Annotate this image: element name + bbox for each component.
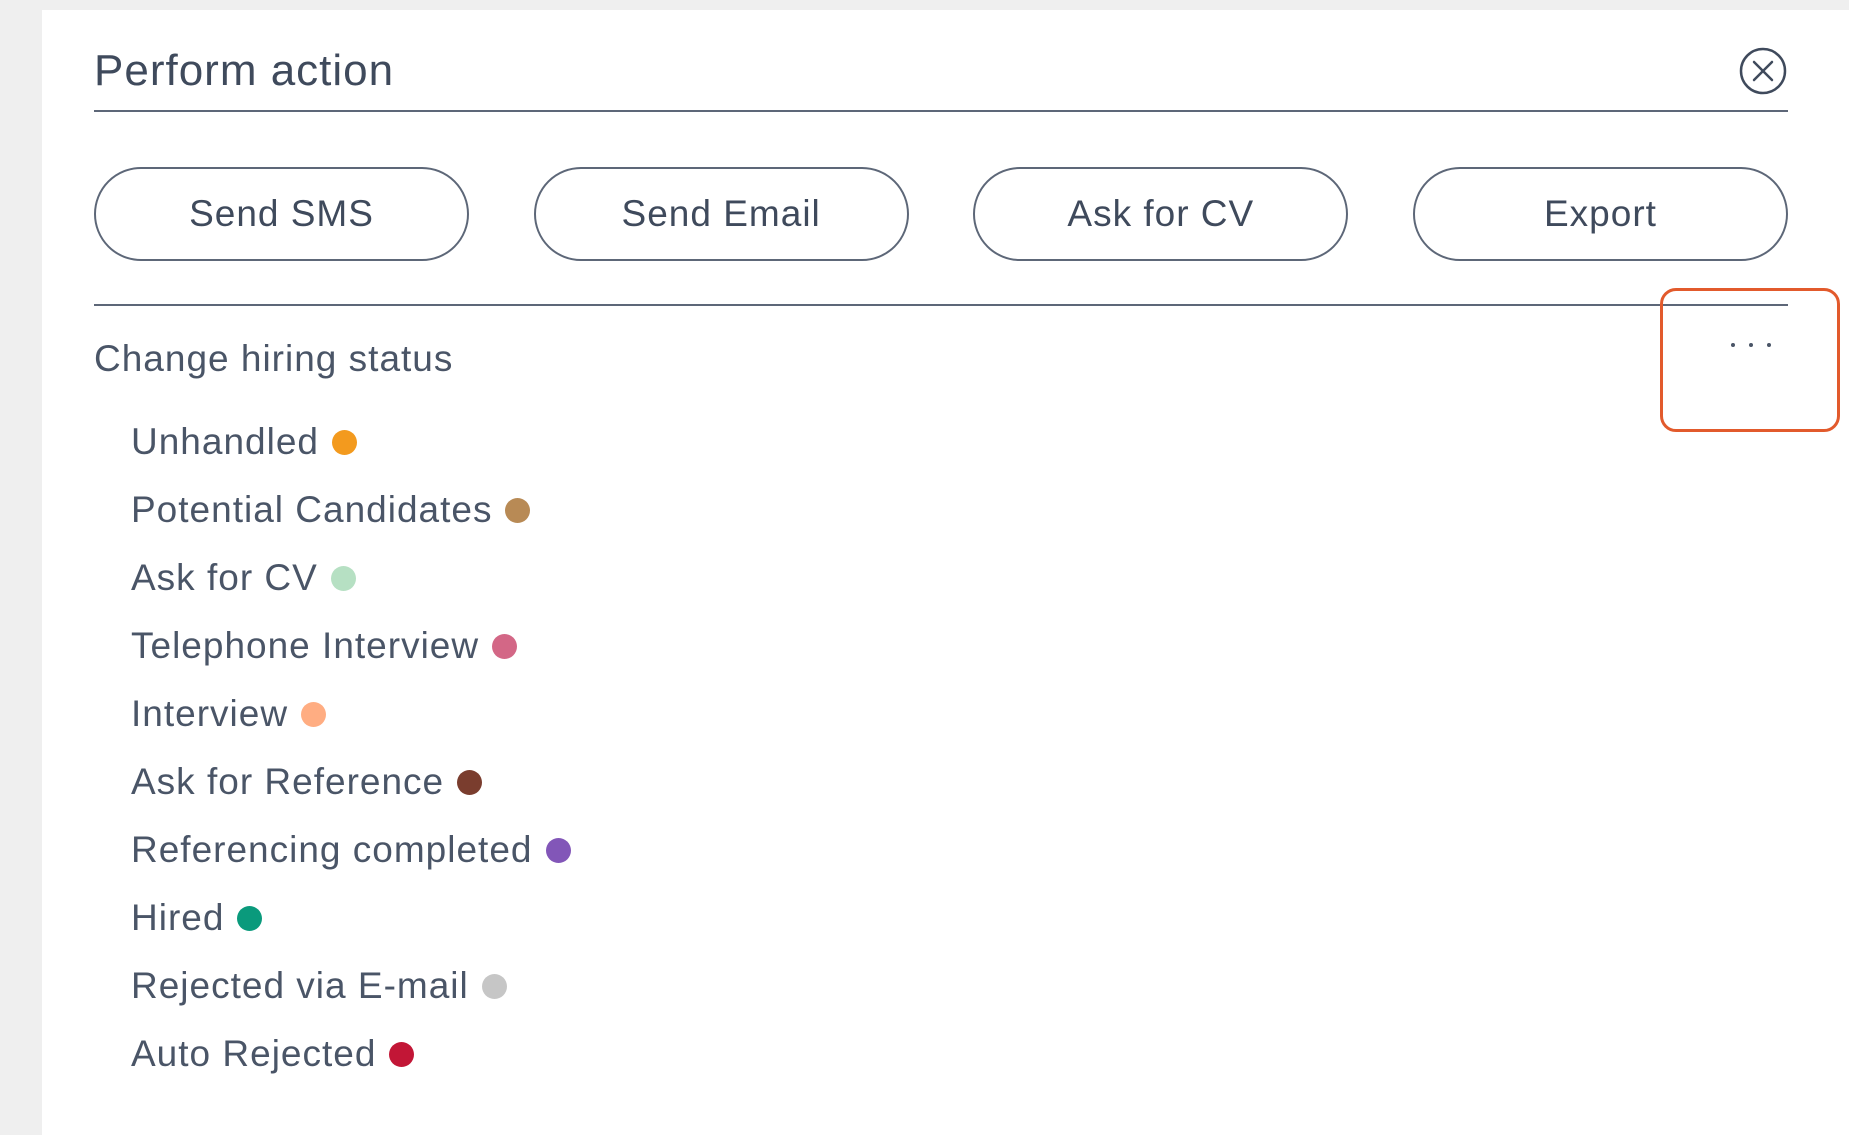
status-color-dot	[389, 1041, 415, 1067]
status-label: Hired	[131, 897, 225, 938]
section-divider	[94, 304, 1788, 306]
status-item[interactable]: Ask for CV	[131, 544, 571, 612]
status-label: Interview	[131, 693, 289, 734]
status-label: Auto Rejected	[131, 1033, 377, 1074]
status-color-dot	[457, 769, 483, 795]
ask-for-cv-button[interactable]: Ask for CV	[973, 167, 1349, 261]
action-buttons-row: Send SMS Send Email Ask for CV Export	[94, 167, 1788, 261]
status-item[interactable]: Interview	[131, 680, 571, 748]
status-item[interactable]: Telephone Interview	[131, 612, 571, 680]
hiring-status-list: Unhandled Potential Candidates Ask for CV T…	[131, 408, 571, 1088]
status-item[interactable]: Referencing completed	[131, 816, 571, 884]
send-email-button[interactable]: Send Email	[533, 167, 909, 261]
status-label: Potential Candidates	[131, 489, 493, 530]
status-color-dot	[545, 837, 571, 863]
status-color-dot	[237, 905, 263, 931]
hiring-status-title: Change hiring status	[94, 338, 454, 379]
status-color-dot	[331, 429, 357, 455]
close-icon[interactable]	[1738, 46, 1788, 96]
send-sms-button[interactable]: Send SMS	[94, 167, 469, 261]
status-color-dot	[330, 565, 356, 591]
status-item[interactable]: Potential Candidates	[131, 476, 571, 544]
status-item[interactable]: Rejected via E-mail	[131, 952, 571, 1020]
status-label: Telephone Interview	[131, 625, 480, 666]
more-horizontal-icon	[1731, 343, 1771, 347]
status-color-dot	[492, 633, 518, 659]
panel-header: Perform action	[94, 36, 1788, 112]
status-label: Rejected via E-mail	[131, 965, 469, 1006]
status-label: Ask for Reference	[131, 761, 445, 802]
more-options-button[interactable]	[1660, 288, 1840, 432]
status-item[interactable]: Unhandled	[131, 408, 571, 476]
status-label: Ask for CV	[131, 557, 318, 598]
status-color-dot	[301, 701, 327, 727]
status-label: Unhandled	[131, 421, 319, 462]
status-item[interactable]: Ask for Reference	[131, 748, 571, 816]
status-color-dot	[505, 497, 531, 523]
status-item[interactable]: Auto Rejected	[131, 1020, 571, 1088]
status-item[interactable]: Hired	[131, 884, 571, 952]
export-button[interactable]: Export	[1412, 167, 1788, 261]
status-label: Referencing completed	[131, 829, 533, 870]
page-title: Perform action	[94, 46, 395, 95]
status-color-dot	[481, 973, 507, 999]
